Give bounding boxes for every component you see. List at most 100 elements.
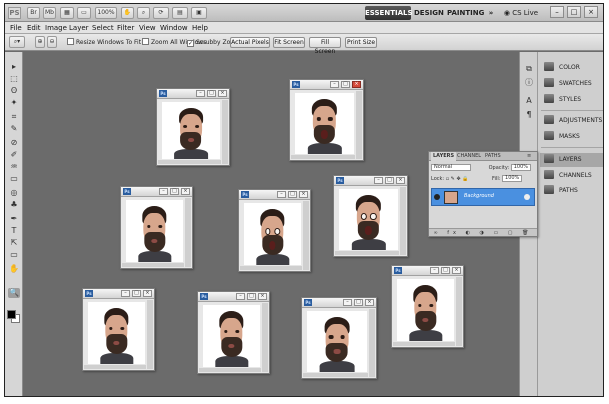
image-window-titlebar[interactable]: Ps – □ × <box>290 80 363 90</box>
arrange-documents-icon[interactable]: ▤ <box>172 7 188 19</box>
vertical-scrollbar[interactable] <box>147 300 153 369</box>
paragraph-panel-icon[interactable]: ¶ <box>523 110 535 120</box>
tab-layers[interactable]: LAYERS <box>431 152 457 161</box>
foreground-color-swatch[interactable] <box>7 310 16 319</box>
image-window-titlebar[interactable]: Ps – □ × <box>302 298 376 308</box>
dock-channels[interactable]: CHANNELS <box>540 169 603 183</box>
layer-row-background[interactable]: Background <box>431 188 535 206</box>
minimize-icon[interactable]: – <box>430 267 439 274</box>
restore-icon[interactable]: □ <box>354 299 363 306</box>
image-window[interactable]: Ps – □ × <box>197 291 270 374</box>
close-icon[interactable]: × <box>181 188 190 195</box>
horizontal-scrollbar[interactable] <box>393 342 455 346</box>
minimize-icon[interactable]: – <box>330 81 339 88</box>
minimize-icon[interactable]: – <box>159 188 168 195</box>
horizontal-scrollbar[interactable] <box>84 365 146 369</box>
history-panel-icon[interactable]: ⧉ <box>523 64 535 74</box>
dock-masks[interactable]: MASKS <box>540 130 603 144</box>
close-icon[interactable]: × <box>143 290 152 297</box>
character-panel-icon[interactable]: A <box>523 96 535 106</box>
fit-screen-button[interactable]: Fit Screen <box>273 37 305 48</box>
menu-image[interactable]: Image <box>45 23 67 33</box>
restore-icon[interactable]: □ <box>207 90 216 97</box>
bridge-button[interactable]: Br <box>27 7 40 19</box>
minimize-button[interactable]: – <box>550 6 564 18</box>
image-window[interactable]: Ps – □ × <box>156 88 230 166</box>
dock-adjustments[interactable]: ADJUSTMENTS <box>540 114 603 128</box>
healing-brush-tool-icon[interactable]: ⊘ <box>8 138 20 148</box>
photo-canvas[interactable] <box>295 93 354 154</box>
zoom-tool-icon[interactable]: ⌕ <box>137 7 150 19</box>
close-icon[interactable]: × <box>352 81 361 88</box>
image-window-titlebar[interactable]: Ps – □ × <box>157 89 229 99</box>
minimize-icon[interactable]: – <box>196 90 205 97</box>
rotate-view-icon[interactable]: ⟳ <box>153 7 169 19</box>
brush-tool-icon[interactable]: ✐ <box>8 150 20 160</box>
image-window-titlebar[interactable]: Ps – □ × <box>198 292 269 302</box>
resize-windows-checkbox[interactable]: Resize Windows To Fit <box>67 38 141 47</box>
mini-bridge-button[interactable]: Mb <box>43 7 56 19</box>
zoom-tool-icon[interactable]: 🔍 <box>8 288 20 298</box>
vertical-scrollbar[interactable] <box>456 277 462 346</box>
vertical-scrollbar[interactable] <box>222 100 228 164</box>
restore-icon[interactable]: □ <box>132 290 141 297</box>
eraser-tool-icon[interactable]: ▭ <box>8 174 20 184</box>
photo-canvas[interactable] <box>244 203 301 265</box>
grid-icon[interactable]: ▦ <box>60 7 74 19</box>
image-window[interactable]: Ps – □ × <box>120 186 193 269</box>
workspace-painting[interactable]: PAINTING <box>447 6 484 20</box>
layers-footer-toolbar[interactable]: ∞ fx ◐ ◑ ▭ ▢ 🗑 <box>429 228 537 236</box>
screen-mode-menu-icon[interactable]: ▣ <box>191 7 207 19</box>
close-icon[interactable]: × <box>396 177 405 184</box>
more-workspaces-chevron[interactable]: » <box>486 6 496 20</box>
restore-icon[interactable]: □ <box>247 293 256 300</box>
zoom-in-icon[interactable]: ⊕ <box>35 36 45 48</box>
close-icon[interactable]: × <box>452 267 461 274</box>
minimize-icon[interactable]: – <box>121 290 130 297</box>
image-window[interactable]: Ps – □ × <box>391 265 464 348</box>
crop-tool-icon[interactable]: ⌗ <box>8 112 20 122</box>
close-icon[interactable]: × <box>258 293 267 300</box>
dock-color[interactable]: COLOR <box>540 61 603 75</box>
fill-field[interactable]: 100% <box>502 175 523 182</box>
dock-paths[interactable]: PATHS <box>540 184 603 198</box>
image-window[interactable]: Ps – □ × <box>238 189 311 272</box>
dodge-tool-icon[interactable]: ♣ <box>8 200 20 210</box>
pen-tool-icon[interactable]: ✒ <box>8 214 20 224</box>
menu-filter[interactable]: Filter <box>117 23 134 33</box>
blend-mode-select[interactable]: Normal <box>431 164 471 171</box>
clone-stamp-tool-icon[interactable]: ♒ <box>8 162 20 172</box>
vertical-scrollbar[interactable] <box>185 198 191 267</box>
image-window-titlebar[interactable]: Ps – □ × <box>334 176 407 186</box>
print-size-button[interactable]: Print Size <box>345 37 377 48</box>
opacity-field[interactable]: 100% <box>510 164 532 171</box>
photo-canvas[interactable] <box>126 200 183 262</box>
image-window-titlebar[interactable]: Ps – □ × <box>83 289 154 299</box>
close-icon[interactable]: × <box>299 191 308 198</box>
zoom-out-icon[interactable]: ⊖ <box>47 36 57 48</box>
vertical-scrollbar[interactable] <box>356 91 362 159</box>
photo-canvas[interactable] <box>88 302 145 364</box>
screen-mode-icon[interactable]: ▭ <box>77 7 91 19</box>
menu-view[interactable]: View <box>139 23 156 33</box>
lasso-tool-icon[interactable]: ʘ <box>8 86 20 96</box>
info-panel-icon[interactable]: ⓘ <box>523 78 535 88</box>
minimize-icon[interactable]: – <box>277 191 286 198</box>
type-tool-icon[interactable]: T <box>8 226 20 236</box>
restore-icon[interactable]: □ <box>170 188 179 195</box>
zoom-preset-icon[interactable]: ⌕▾ <box>9 36 25 48</box>
restore-icon[interactable]: □ <box>385 177 394 184</box>
image-window-titlebar[interactable]: Ps – □ × <box>239 190 310 200</box>
image-window[interactable]: Ps – □ × <box>82 288 155 371</box>
close-icon[interactable]: × <box>218 90 227 97</box>
photo-canvas[interactable] <box>203 305 260 367</box>
horizontal-scrollbar[interactable] <box>335 251 399 255</box>
photo-canvas[interactable] <box>162 102 220 159</box>
horizontal-scrollbar[interactable] <box>291 155 355 159</box>
image-window-titlebar[interactable]: Ps – □ × <box>392 266 463 276</box>
lock-icons[interactable]: ▫ ✎ ✥ 🔒 <box>446 176 469 182</box>
move-tool-icon[interactable]: ▸ <box>8 62 20 72</box>
menu-edit[interactable]: Edit <box>27 23 41 33</box>
actual-pixels-button[interactable]: Actual Pixels <box>230 37 270 48</box>
photo-canvas[interactable] <box>397 279 454 341</box>
